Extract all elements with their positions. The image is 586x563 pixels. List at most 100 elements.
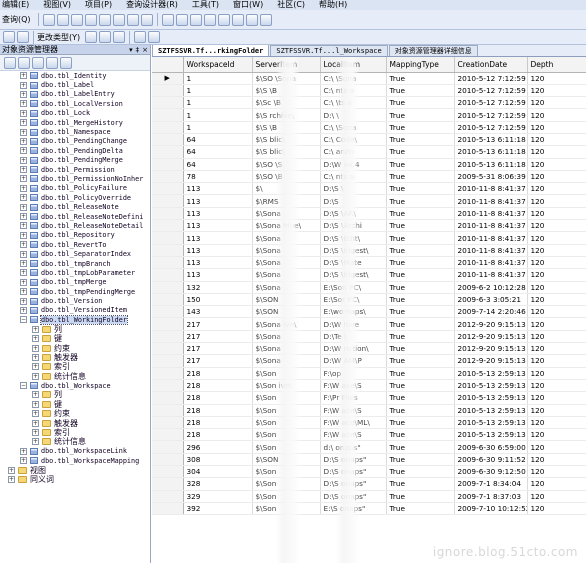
table-cell[interactable]: True <box>386 256 455 270</box>
table-cell[interactable]: 120 <box>527 194 586 208</box>
table-cell[interactable]: 132 <box>183 281 253 294</box>
connect-icon[interactable] <box>4 56 16 69</box>
table-row[interactable]: 113$\Sona hive\D:\S \ArchiTrue2010-11-8 … <box>152 219 586 233</box>
registered-servers-icon[interactable] <box>175 13 188 26</box>
table-cell[interactable]: 120 <box>527 440 586 454</box>
expand-icon[interactable]: + <box>32 363 39 371</box>
table-cell[interactable]: 217 <box>183 317 253 331</box>
table-cell[interactable]: 1 <box>183 108 253 122</box>
table-row[interactable]: 218 $\Son F:\op True 2010-5-13 2:59:13 120 <box>152 367 586 380</box>
table-row[interactable]: 218$\Son F:\W ace\STrue2010-5-13 2:59:13… <box>152 404 586 417</box>
row-selector[interactable] <box>152 490 184 503</box>
table-cell[interactable]: 218 <box>183 379 253 393</box>
menu-view[interactable]: 视图(V) <box>43 0 71 10</box>
table-cell[interactable]: 2010-5-13 2:59:13 <box>454 367 528 380</box>
expand-icon[interactable]: + <box>32 335 39 343</box>
tree-item-table[interactable]: + dbo.tbl_Label <box>0 80 150 89</box>
expand-icon[interactable]: + <box>20 90 27 98</box>
table-cell[interactable]: True <box>386 108 455 122</box>
table-cell[interactable]: 120 <box>527 244 586 257</box>
table-cell[interactable]: True <box>386 145 455 159</box>
row-selector[interactable] <box>152 440 184 454</box>
expand-icon[interactable]: + <box>8 475 15 483</box>
table-cell[interactable]: 2010-11-8 8:41:37 <box>454 256 528 270</box>
table-cell[interactable]: 2009-7-10 10:12:52 <box>454 502 528 516</box>
tree-item-table[interactable]: + dbo.tbl_PolicyFailure <box>0 184 150 193</box>
table-cell[interactable]: 2010-5-12 7:12:59 <box>454 72 528 85</box>
bookmark-icon[interactable] <box>245 13 258 26</box>
current-row-indicator[interactable]: ▶ <box>152 72 184 85</box>
tree-item-table[interactable]: + dbo.tbl_tmpMerge <box>0 278 150 287</box>
table-cell[interactable]: 120 <box>527 367 586 380</box>
expand-icon[interactable]: + <box>32 438 39 446</box>
table-row[interactable]: 78$\SO \BC:\ nts aTrue2009-5-31 8:06:391… <box>152 170 586 184</box>
table-cell[interactable]: True <box>386 121 455 134</box>
tree-item-table[interactable]: + dbo.tbl_PolicyOverride <box>0 193 150 202</box>
expand-icon[interactable]: + <box>20 222 27 230</box>
expand-icon[interactable]: + <box>20 184 27 192</box>
menu-edit[interactable]: 编辑(E) <box>2 0 29 10</box>
table-row[interactable]: 113$\Sona D:\S \Ingest\True2010-11-8 8:4… <box>152 268 586 282</box>
table-cell[interactable]: 2010-11-8 8:41:37 <box>454 268 528 282</box>
table-cell[interactable]: 296 <box>183 440 253 454</box>
row-selector[interactable] <box>152 231 184 245</box>
table-cell[interactable]: 120 <box>527 317 586 331</box>
table-cell[interactable]: 120 <box>527 207 586 221</box>
show-criteria-icon[interactable] <box>17 31 29 43</box>
table-cell[interactable]: True <box>386 170 455 184</box>
menu-tools[interactable]: 工具(T) <box>192 0 219 10</box>
tree-item-folder[interactable]: + 键 <box>0 400 150 409</box>
tree-item-table[interactable]: + dbo.tbl_PendingChange <box>0 137 150 146</box>
tree-item-table[interactable]: + dbo.tbl_WorkspaceLink <box>0 447 150 456</box>
tree-item-folder[interactable]: + 约束 <box>0 409 150 418</box>
expand-icon[interactable]: + <box>20 194 27 202</box>
menu-community[interactable]: 社区(C) <box>277 0 305 10</box>
object-explorer-icon[interactable] <box>189 13 202 26</box>
expand-icon[interactable]: + <box>20 447 27 455</box>
table-cell[interactable]: True <box>386 194 455 208</box>
row-selector[interactable] <box>152 305 184 319</box>
tree-item-table[interactable]: + dbo.tbl_Permission <box>0 165 150 174</box>
row-selector[interactable] <box>152 453 184 467</box>
table-cell[interactable]: 218 <box>183 367 253 380</box>
query-menu-button[interactable]: 查询(Q) <box>2 14 31 25</box>
expand-icon[interactable]: + <box>32 344 39 352</box>
table-row[interactable]: 392$\Son E:\S onaps"True2009-7-10 10:12:… <box>152 502 586 516</box>
tree-item-table[interactable]: + dbo.tbl_PermissionNoInher <box>0 174 150 183</box>
expand-icon[interactable]: + <box>20 119 27 127</box>
new-query-icon[interactable] <box>42 13 55 26</box>
tree-item-folder[interactable]: + 统计信息 <box>0 372 150 381</box>
table-cell[interactable]: True <box>386 281 455 294</box>
row-selector[interactable] <box>152 293 184 307</box>
expand-icon[interactable]: + <box>20 457 27 465</box>
table-cell[interactable]: True <box>386 440 455 454</box>
table-cell[interactable]: 120 <box>527 219 586 233</box>
table-cell[interactable]: 2010-5-13 6:11:18 <box>454 158 528 171</box>
table-cell[interactable]: True <box>386 268 455 282</box>
add-table-icon[interactable] <box>134 31 147 43</box>
row-selector[interactable] <box>152 96 184 110</box>
table-row[interactable]: 218$\Son ive\F:\W ace\STrue2010-5-13 2:5… <box>152 379 586 393</box>
table-cell[interactable]: 120 <box>527 305 586 319</box>
table-cell[interactable]: 2010-5-13 2:59:13 <box>454 391 528 405</box>
row-selector[interactable] <box>152 194 184 208</box>
table-cell[interactable]: 1 <box>183 96 253 110</box>
toolbox-icon[interactable] <box>231 13 244 26</box>
tree-item-folder[interactable]: + 触发器 <box>0 418 150 428</box>
table-cell[interactable]: True <box>386 72 455 85</box>
expand-icon[interactable]: + <box>20 175 27 183</box>
table-cell[interactable]: 64 <box>183 145 253 159</box>
column-header[interactable]: MappingType <box>386 57 455 73</box>
table-cell[interactable]: True <box>386 330 455 344</box>
table-row[interactable]: ▶1$\SO \SonaC:\ \SonaTrue2010-5-12 7:12:… <box>152 72 586 85</box>
table-cell[interactable]: 113 <box>183 207 253 221</box>
table-cell[interactable]: 120 <box>527 404 586 417</box>
verify-sql-icon[interactable] <box>99 31 112 43</box>
menu-help[interactable]: 帮助(H) <box>319 0 347 10</box>
table-cell[interactable]: 120 <box>527 379 586 393</box>
table-cell[interactable]: 113 <box>183 231 253 245</box>
expand-icon[interactable]: + <box>20 203 27 211</box>
table-row[interactable]: 150$\SON E:\Sor PC\True2009-6-3 3:05:211… <box>152 293 586 307</box>
table-row[interactable]: 113$\Sona D:\S \MateTrue2010-11-8 8:41:3… <box>152 256 586 270</box>
expand-icon[interactable]: + <box>20 297 27 305</box>
